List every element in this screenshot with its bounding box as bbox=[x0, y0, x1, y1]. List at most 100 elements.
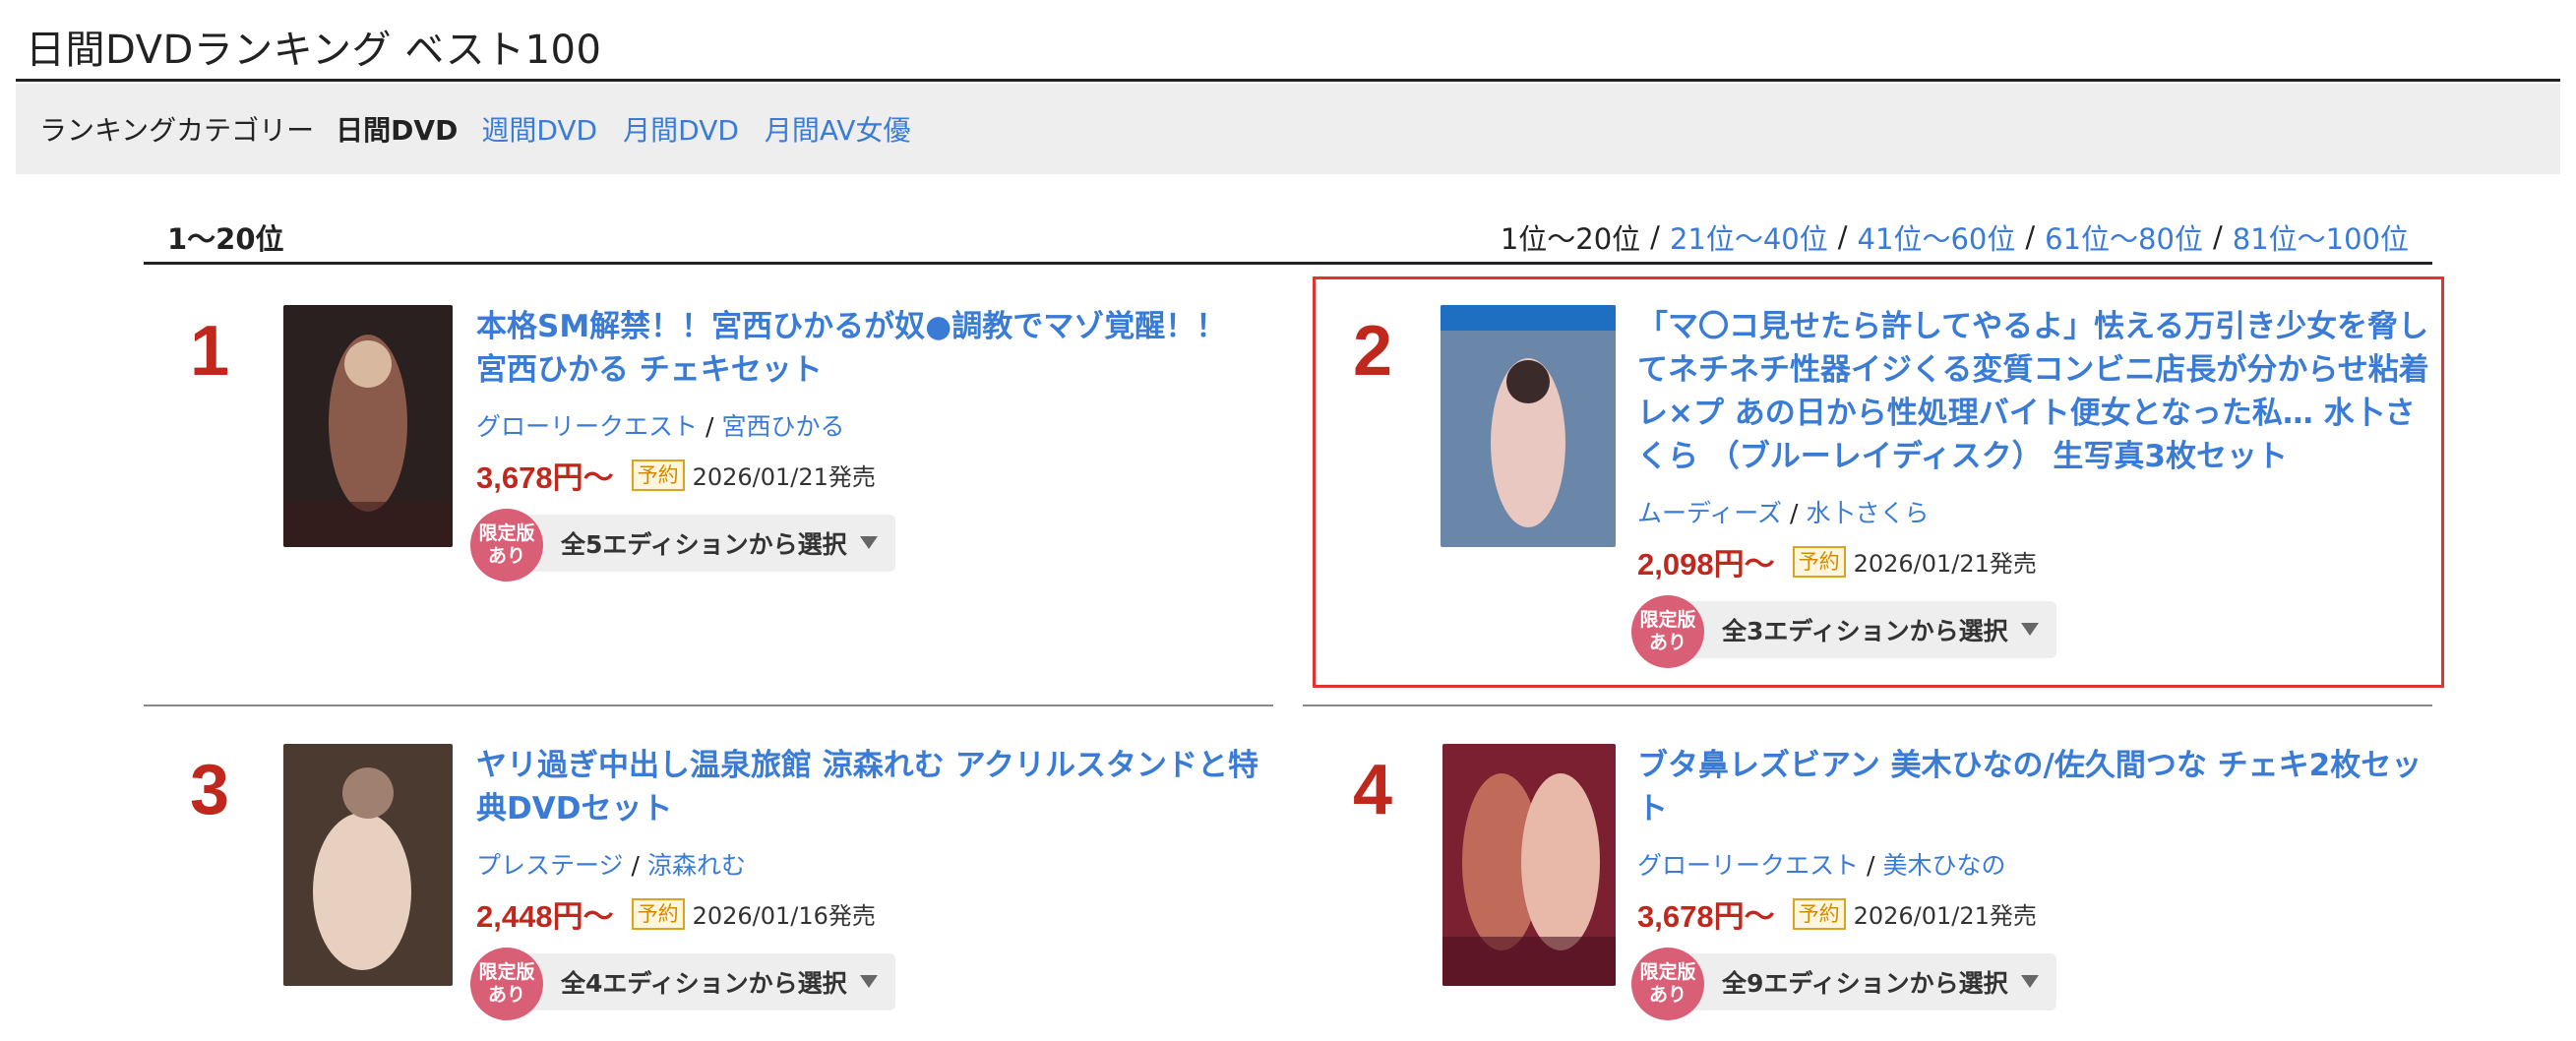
price-row: 3,678円〜 予約 2026/01/21発売 bbox=[1637, 891, 2430, 936]
limited-edition-badge: 限定版 あり bbox=[470, 509, 543, 582]
rank-number: 1 bbox=[189, 312, 230, 391]
item-meta: ムーディーズ / 水卜さくら bbox=[1637, 494, 2430, 529]
rank-number: 2 bbox=[1352, 312, 1393, 391]
limited-edition-badge: 限定版 あり bbox=[1631, 595, 1704, 668]
item-meta: グローリークエスト / 宮西ひかる bbox=[476, 407, 1263, 443]
price: 3,678円〜 bbox=[1637, 899, 1775, 934]
item-info: ヤリ過ぎ中出し温泉旅館 涼森れむ アクリルスタンドと特典DVDセット プレステー… bbox=[470, 744, 1263, 1020]
cover-artwork bbox=[1442, 744, 1616, 986]
edition-row: 限定版 あり 全4エディションから選択 bbox=[470, 948, 1263, 1020]
product-title-link[interactable]: 「マ〇コ見せたら許してやるよ」怯える万引き少女を脅してネチネチ性器イジくる変質コ… bbox=[1637, 305, 2430, 478]
range-link-81-100[interactable]: 81位〜100位 bbox=[2233, 216, 2409, 258]
actress-link[interactable]: 宮西ひかる bbox=[721, 412, 844, 441]
product-title-link[interactable]: 本格SM解禁！！宮西ひかるが奴●調教でマゾ覚醒！！ 宮西ひかる チェキセット bbox=[476, 305, 1263, 392]
item-info: 「マ〇コ見せたら許してやるよ」怯える万引き少女を脅してネチネチ性器イジくる変質コ… bbox=[1631, 305, 2430, 668]
price-row: 2,098円〜 予約 2026/01/21発売 bbox=[1637, 539, 2430, 583]
range-separator: / bbox=[1837, 220, 1848, 254]
rank-number: 3 bbox=[189, 751, 230, 829]
category-link-monthly-actress[interactable]: 月間AV女優 bbox=[765, 109, 911, 149]
limited-edition-badge: 限定版 あり bbox=[470, 948, 543, 1020]
edition-select-label: 全5エディションから選択 bbox=[561, 530, 847, 559]
limited-badge-line1: 限定版 bbox=[1639, 609, 1696, 631]
limited-badge-line1: 限定版 bbox=[478, 961, 535, 983]
range-pagination: 1位〜20位 / 21位〜40位 / 41位〜60位 / 61位〜80位 / 8… bbox=[1501, 216, 2409, 258]
limited-edition-badge: 限定版 あり bbox=[1631, 948, 1704, 1020]
product-cover-image[interactable] bbox=[283, 305, 453, 547]
range-link-61-80[interactable]: 61位〜80位 bbox=[2045, 216, 2203, 258]
release-date: 2026/01/21発売 bbox=[692, 463, 876, 491]
range-link-21-40[interactable]: 21位〜40位 bbox=[1670, 216, 1828, 258]
range-separator: / bbox=[1650, 220, 1660, 254]
cover-artwork bbox=[283, 744, 453, 986]
meta-separator: / bbox=[1867, 851, 1875, 880]
limited-badge-line2: あり bbox=[1648, 632, 1687, 653]
title-divider bbox=[16, 79, 2560, 82]
edition-select-dropdown[interactable]: 全3エディションから選択 bbox=[1667, 601, 2056, 658]
edition-select-label: 全4エディションから選択 bbox=[561, 969, 847, 998]
cover-artwork bbox=[1441, 305, 1616, 547]
category-label: ランキングカテゴリー bbox=[39, 114, 315, 147]
limited-badge-line2: あり bbox=[1648, 984, 1687, 1006]
ranking-category-bar: ランキングカテゴリー 日間DVD 週間DVD 月間DVD 月間AV女優 bbox=[16, 84, 2560, 174]
release-date: 2026/01/21発売 bbox=[1853, 902, 2037, 930]
item-info: 本格SM解禁！！宮西ひかるが奴●調教でマゾ覚醒！！ 宮西ひかる チェキセット グ… bbox=[470, 305, 1263, 582]
range-link-41-60[interactable]: 41位〜60位 bbox=[1858, 216, 2016, 258]
page-title: 日間DVDランキング ベスト100 bbox=[26, 28, 602, 73]
chevron-down-icon bbox=[860, 536, 878, 549]
maker-link[interactable]: ムーディーズ bbox=[1637, 499, 1782, 527]
row-divider bbox=[144, 704, 1273, 706]
item-meta: プレステージ / 涼森れむ bbox=[476, 846, 1263, 882]
chevron-down-icon bbox=[860, 975, 878, 988]
category-current-daily-dvd: 日間DVD bbox=[336, 114, 459, 147]
range-divider bbox=[144, 262, 2432, 265]
release-date: 2026/01/21発売 bbox=[1853, 550, 2037, 578]
preorder-badge: 予約 bbox=[1792, 897, 1846, 930]
actress-link[interactable]: 美木ひなの bbox=[1882, 851, 2005, 880]
item-info: ブタ鼻レズビアン 美木ひなの/佐久間つな チェキ2枚セット グローリークエスト /… bbox=[1631, 744, 2430, 1020]
preorder-badge: 予約 bbox=[1792, 545, 1846, 578]
edition-row: 限定版 あり 全9エディションから選択 bbox=[1631, 948, 2430, 1020]
product-cover-image[interactable] bbox=[283, 744, 453, 986]
row-divider bbox=[1303, 704, 2432, 706]
price: 3,678円〜 bbox=[476, 460, 614, 495]
meta-separator: / bbox=[1790, 499, 1799, 527]
price-row: 2,448円〜 予約 2026/01/16発売 bbox=[476, 891, 1263, 936]
range-current: 1位〜20位 bbox=[1500, 222, 1641, 256]
limited-badge-line2: あり bbox=[487, 984, 525, 1006]
preorder-badge: 予約 bbox=[631, 459, 685, 491]
edition-row: 限定版 あり 全3エディションから選択 bbox=[1631, 595, 2430, 668]
preorder-badge: 予約 bbox=[631, 897, 685, 930]
chevron-down-icon bbox=[2021, 623, 2039, 636]
range-separator: / bbox=[2212, 220, 2223, 254]
limited-badge-line1: 限定版 bbox=[478, 522, 535, 544]
maker-link[interactable]: グローリークエスト bbox=[476, 412, 698, 441]
actress-link[interactable]: 涼森れむ bbox=[647, 851, 746, 880]
product-title-link[interactable]: ブタ鼻レズビアン 美木ひなの/佐久間つな チェキ2枚セット bbox=[1637, 744, 2430, 830]
release-date: 2026/01/16発売 bbox=[692, 902, 876, 930]
edition-select-dropdown[interactable]: 全5エディションから選択 bbox=[506, 515, 895, 572]
category-link-monthly-dvd[interactable]: 月間DVD bbox=[623, 109, 739, 149]
rank-number: 4 bbox=[1352, 751, 1393, 829]
meta-separator: / bbox=[631, 851, 640, 880]
range-heading: 1〜20位 bbox=[167, 222, 284, 256]
actress-link[interactable]: 水卜さくら bbox=[1806, 499, 1929, 527]
product-cover-image[interactable] bbox=[1441, 305, 1616, 547]
item-meta: グローリークエスト / 美木ひなの bbox=[1637, 846, 2430, 882]
edition-select-dropdown[interactable]: 全9エディションから選択 bbox=[1667, 953, 2056, 1010]
product-cover-image[interactable] bbox=[1442, 744, 1616, 986]
chevron-down-icon bbox=[2021, 975, 2039, 988]
edition-select-label: 全9エディションから選択 bbox=[1722, 969, 2008, 998]
edition-select-label: 全3エディションから選択 bbox=[1722, 617, 2008, 645]
meta-separator: / bbox=[705, 412, 714, 441]
edition-select-dropdown[interactable]: 全4エディションから選択 bbox=[506, 953, 895, 1010]
maker-link[interactable]: グローリークエスト bbox=[1637, 851, 1859, 880]
range-separator: / bbox=[2025, 220, 2036, 254]
price: 2,098円〜 bbox=[1637, 547, 1775, 582]
price-row: 3,678円〜 予約 2026/01/21発売 bbox=[476, 453, 1263, 497]
maker-link[interactable]: プレステージ bbox=[476, 851, 624, 880]
edition-row: 限定版 あり 全5エディションから選択 bbox=[470, 509, 1263, 582]
cover-artwork bbox=[283, 305, 453, 547]
limited-badge-line1: 限定版 bbox=[1639, 961, 1696, 983]
product-title-link[interactable]: ヤリ過ぎ中出し温泉旅館 涼森れむ アクリルスタンドと特典DVDセット bbox=[476, 744, 1263, 830]
category-link-weekly-dvd[interactable]: 週間DVD bbox=[481, 109, 597, 149]
